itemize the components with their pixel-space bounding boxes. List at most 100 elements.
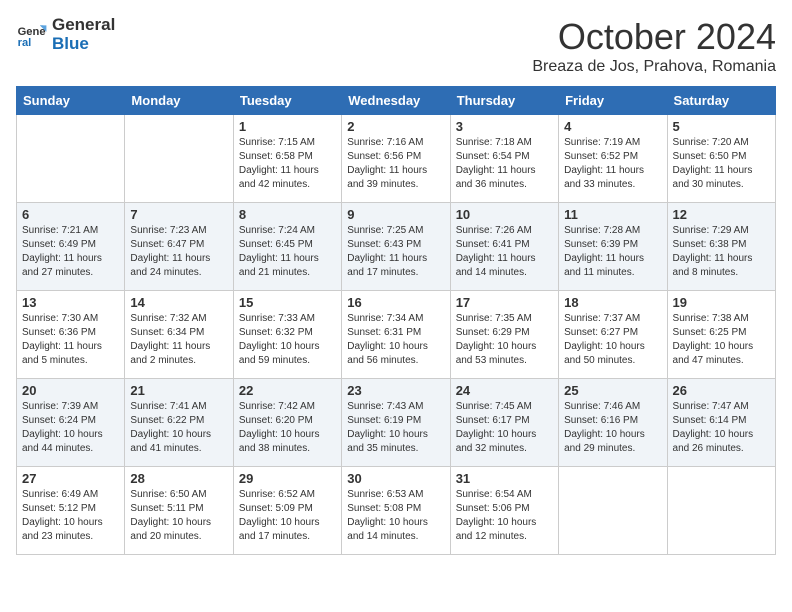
- calendar-cell: 2 Sunrise: 7:16 AM Sunset: 6:56 PM Daylig…: [342, 115, 450, 203]
- title-block: October 2024 Breaza de Jos, Prahova, Rom…: [532, 16, 776, 76]
- calendar-cell: 26 Sunrise: 7:47 AM Sunset: 6:14 PM Dayli…: [667, 379, 775, 467]
- day-info: Sunrise: 7:46 AM Sunset: 6:16 PM Dayligh…: [564, 400, 661, 456]
- header-thursday: Thursday: [450, 87, 558, 115]
- day-number: 3: [456, 119, 553, 134]
- day-info: Sunrise: 7:32 AM Sunset: 6:34 PM Dayligh…: [130, 312, 227, 368]
- logo: Gene ral General Blue: [16, 16, 115, 53]
- day-number: 12: [673, 207, 770, 222]
- calendar-cell: 20 Sunrise: 7:39 AM Sunset: 6:24 PM Dayli…: [17, 379, 125, 467]
- calendar-cell: 9 Sunrise: 7:25 AM Sunset: 6:43 PM Daylig…: [342, 203, 450, 291]
- calendar-cell: 12 Sunrise: 7:29 AM Sunset: 6:38 PM Dayli…: [667, 203, 775, 291]
- day-info: Sunrise: 6:52 AM Sunset: 5:09 PM Dayligh…: [239, 488, 336, 544]
- day-number: 30: [347, 471, 444, 486]
- day-number: 26: [673, 383, 770, 398]
- day-number: 9: [347, 207, 444, 222]
- calendar-cell: [559, 467, 667, 555]
- calendar-cell: 18 Sunrise: 7:37 AM Sunset: 6:27 PM Dayli…: [559, 291, 667, 379]
- day-info: Sunrise: 7:21 AM Sunset: 6:49 PM Dayligh…: [22, 224, 119, 280]
- day-number: 20: [22, 383, 119, 398]
- header-friday: Friday: [559, 87, 667, 115]
- day-info: Sunrise: 7:33 AM Sunset: 6:32 PM Dayligh…: [239, 312, 336, 368]
- day-info: Sunrise: 7:39 AM Sunset: 6:24 PM Dayligh…: [22, 400, 119, 456]
- calendar-cell: 14Sunrise: 7:32 AM Sunset: 6:34 PM Dayli…: [125, 291, 233, 379]
- day-number: 7: [130, 207, 227, 222]
- day-info: Sunrise: 7:41 AM Sunset: 6:22 PM Dayligh…: [130, 400, 227, 456]
- calendar-week-row: 20 Sunrise: 7:39 AM Sunset: 6:24 PM Dayli…: [17, 379, 776, 467]
- calendar-cell: 5Sunrise: 7:20 AM Sunset: 6:50 PM Daylig…: [667, 115, 775, 203]
- day-number: 31: [456, 471, 553, 486]
- day-info: Sunrise: 7:47 AM Sunset: 6:14 PM Dayligh…: [673, 400, 770, 456]
- day-info: Sunrise: 7:19 AM Sunset: 6:52 PM Dayligh…: [564, 136, 661, 192]
- day-info: Sunrise: 7:35 AM Sunset: 6:29 PM Dayligh…: [456, 312, 553, 368]
- calendar-week-row: 6 Sunrise: 7:21 AM Sunset: 6:49 PM Daylig…: [17, 203, 776, 291]
- calendar-cell: 11Sunrise: 7:28 AM Sunset: 6:39 PM Dayli…: [559, 203, 667, 291]
- calendar-cell: 23Sunrise: 7:43 AM Sunset: 6:19 PM Dayli…: [342, 379, 450, 467]
- calendar-cell: 6 Sunrise: 7:21 AM Sunset: 6:49 PM Daylig…: [17, 203, 125, 291]
- calendar-cell: 21 Sunrise: 7:41 AM Sunset: 6:22 PM Dayli…: [125, 379, 233, 467]
- day-info: Sunrise: 7:15 AM Sunset: 6:58 PM Dayligh…: [239, 136, 336, 192]
- day-info: Sunrise: 6:53 AM Sunset: 5:08 PM Dayligh…: [347, 488, 444, 544]
- day-info: Sunrise: 7:23 AM Sunset: 6:47 PM Dayligh…: [130, 224, 227, 280]
- calendar-cell: 16 Sunrise: 7:34 AM Sunset: 6:31 PM Dayli…: [342, 291, 450, 379]
- calendar-cell: 4 Sunrise: 7:19 AM Sunset: 6:52 PM Daylig…: [559, 115, 667, 203]
- day-number: 11: [564, 207, 661, 222]
- day-info: Sunrise: 7:38 AM Sunset: 6:25 PM Dayligh…: [673, 312, 770, 368]
- day-number: 2: [347, 119, 444, 134]
- calendar-cell: 28 Sunrise: 6:50 AM Sunset: 5:11 PM Dayli…: [125, 467, 233, 555]
- calendar-table: SundayMondayTuesdayWednesdayThursdayFrid…: [16, 86, 776, 555]
- calendar-cell: [17, 115, 125, 203]
- calendar-cell: 15 Sunrise: 7:33 AM Sunset: 6:32 PM Dayli…: [233, 291, 341, 379]
- day-number: 1: [239, 119, 336, 134]
- day-number: 6: [22, 207, 119, 222]
- day-number: 27: [22, 471, 119, 486]
- day-info: Sunrise: 7:37 AM Sunset: 6:27 PM Dayligh…: [564, 312, 661, 368]
- day-info: Sunrise: 6:49 AM Sunset: 5:12 PM Dayligh…: [22, 488, 119, 544]
- day-info: Sunrise: 7:42 AM Sunset: 6:20 PM Dayligh…: [239, 400, 336, 456]
- calendar-cell: 17 Sunrise: 7:35 AM Sunset: 6:29 PM Dayli…: [450, 291, 558, 379]
- calendar-cell: 3 Sunrise: 7:18 AM Sunset: 6:54 PM Daylig…: [450, 115, 558, 203]
- calendar-week-row: 27 Sunrise: 6:49 AM Sunset: 5:12 PM Dayli…: [17, 467, 776, 555]
- day-number: 21: [130, 383, 227, 398]
- day-number: 8: [239, 207, 336, 222]
- day-info: Sunrise: 7:43 AM Sunset: 6:19 PM Dayligh…: [347, 400, 444, 456]
- logo-text-blue: Blue: [52, 35, 115, 54]
- calendar-cell: [125, 115, 233, 203]
- calendar-cell: 31Sunrise: 6:54 AM Sunset: 5:06 PM Dayli…: [450, 467, 558, 555]
- day-number: 22: [239, 383, 336, 398]
- day-number: 29: [239, 471, 336, 486]
- calendar-cell: 25 Sunrise: 7:46 AM Sunset: 6:16 PM Dayli…: [559, 379, 667, 467]
- svg-text:ral: ral: [18, 37, 32, 49]
- day-info: Sunrise: 7:29 AM Sunset: 6:38 PM Dayligh…: [673, 224, 770, 280]
- day-info: Sunrise: 7:25 AM Sunset: 6:43 PM Dayligh…: [347, 224, 444, 280]
- calendar-cell: 10Sunrise: 7:26 AM Sunset: 6:41 PM Dayli…: [450, 203, 558, 291]
- day-number: 28: [130, 471, 227, 486]
- calendar-cell: 8 Sunrise: 7:24 AM Sunset: 6:45 PM Daylig…: [233, 203, 341, 291]
- logo-icon: Gene ral: [16, 19, 48, 51]
- calendar-cell: [667, 467, 775, 555]
- day-number: 15: [239, 295, 336, 310]
- day-number: 16: [347, 295, 444, 310]
- calendar-cell: 19 Sunrise: 7:38 AM Sunset: 6:25 PM Dayli…: [667, 291, 775, 379]
- calendar-week-row: 1 Sunrise: 7:15 AM Sunset: 6:58 PM Daylig…: [17, 115, 776, 203]
- month-title: October 2024: [532, 16, 776, 58]
- calendar-cell: 30 Sunrise: 6:53 AM Sunset: 5:08 PM Dayli…: [342, 467, 450, 555]
- day-number: 25: [564, 383, 661, 398]
- day-number: 24: [456, 383, 553, 398]
- header-saturday: Saturday: [667, 87, 775, 115]
- day-info: Sunrise: 7:24 AM Sunset: 6:45 PM Dayligh…: [239, 224, 336, 280]
- calendar-cell: 22 Sunrise: 7:42 AM Sunset: 6:20 PM Dayli…: [233, 379, 341, 467]
- day-info: Sunrise: 7:34 AM Sunset: 6:31 PM Dayligh…: [347, 312, 444, 368]
- day-number: 4: [564, 119, 661, 134]
- location: Breaza de Jos, Prahova, Romania: [532, 58, 776, 76]
- day-number: 19: [673, 295, 770, 310]
- calendar-week-row: 13Sunrise: 7:30 AM Sunset: 6:36 PM Dayli…: [17, 291, 776, 379]
- day-number: 17: [456, 295, 553, 310]
- calendar-cell: 29 Sunrise: 6:52 AM Sunset: 5:09 PM Dayli…: [233, 467, 341, 555]
- calendar-cell: 1 Sunrise: 7:15 AM Sunset: 6:58 PM Daylig…: [233, 115, 341, 203]
- day-info: Sunrise: 7:16 AM Sunset: 6:56 PM Dayligh…: [347, 136, 444, 192]
- day-info: Sunrise: 7:18 AM Sunset: 6:54 PM Dayligh…: [456, 136, 553, 192]
- day-number: 18: [564, 295, 661, 310]
- day-info: Sunrise: 7:30 AM Sunset: 6:36 PM Dayligh…: [22, 312, 119, 368]
- page-header: Gene ral General Blue October 2024 Breaz…: [16, 16, 776, 76]
- day-info: Sunrise: 6:50 AM Sunset: 5:11 PM Dayligh…: [130, 488, 227, 544]
